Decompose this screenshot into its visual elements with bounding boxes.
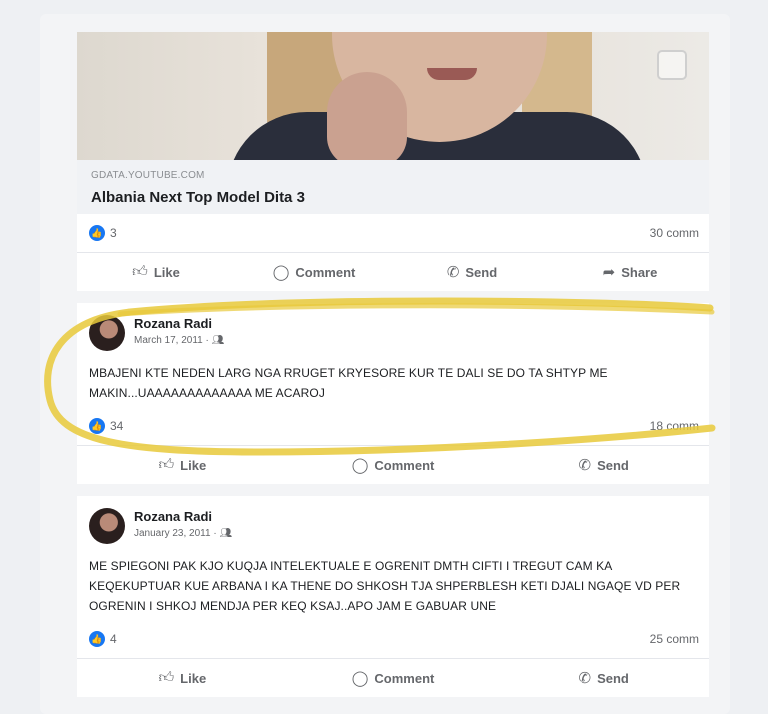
like-icon: 👍︎ [158,669,175,686]
status-post: Rozana Radi January 23, 2011 · 👥︎ ME SPI… [77,496,709,697]
post-text: ME SPIEGONI PAK KJO KUQJA INTELEKTUALE E… [89,559,681,613]
link-preview-image[interactable] [77,32,709,160]
post-date-text: March 17, 2011 [134,335,203,346]
friends-icon: 👥︎ [211,335,225,346]
link-title: Albania Next Top Model Dita 3 [91,189,305,206]
like-button[interactable]: 👍︎ Like [77,456,288,474]
image-mouth [427,68,477,80]
like-label: Like [180,670,207,686]
comment-button[interactable]: ◯ Comment [288,669,499,687]
comment-button[interactable]: ◯ Comment [288,456,499,474]
comment-label: Comment [295,264,356,280]
like-icon: 👍 [89,225,105,241]
like-icon: 👍 [89,631,105,647]
post-stats: 👍 3 30 comm [77,214,709,252]
send-label: Send [465,264,498,280]
like-label: Like [180,457,207,473]
like-label: Like [153,264,180,280]
post-date[interactable]: March 17, 2011 · 👥︎ [134,335,224,346]
post-date-text: January 23, 2011 [134,528,211,539]
post-actions: 👍︎ Like ◯ Comment ✆ Send ➦ Share [77,252,709,291]
comment-count[interactable]: 30 comm [650,226,699,240]
reaction-count[interactable]: 4 [110,632,117,646]
friends-icon: 👥︎ [219,528,233,539]
like-button[interactable]: 👍︎ Like [77,263,235,281]
avatar[interactable] [89,508,125,544]
post-stats: 👍 34 18 comm [77,407,709,445]
post-actions: 👍︎ Like ◯ Comment ✆ Send [77,445,709,484]
comment-icon: ◯ [351,457,369,474]
like-icon: 👍︎ [132,263,148,280]
comment-label: Comment [374,670,435,686]
send-label: Send [597,457,629,473]
send-label: Send [597,670,629,686]
share-label: Share [621,264,658,280]
author-name[interactable]: Rozana Radi [134,509,232,524]
send-button[interactable]: ✆ Send [393,263,551,281]
status-post: Rozana Radi March 17, 2011 · 👥︎ MBAJENI … [77,303,709,484]
collection-icon [657,50,687,80]
news-feed: GDATA.YOUTUBE.COM Albania Next Top Model… [77,32,709,697]
comment-count[interactable]: 25 comm [650,632,699,646]
link-preview-meta[interactable]: GDATA.YOUTUBE.COM Albania Next Top Model… [77,160,709,214]
send-button[interactable]: ✆ Send [498,456,709,474]
share-button[interactable]: ➦ Share [551,263,709,281]
send-icon: ✆ [446,264,460,281]
send-icon: ✆ [578,457,592,474]
author-name[interactable]: Rozana Radi [134,316,224,331]
like-button[interactable]: 👍︎ Like [77,669,288,687]
comment-button[interactable]: ◯ Comment [235,263,393,281]
post-stats: 👍 4 25 comm [77,620,709,658]
comment-count[interactable]: 18 comm [650,419,699,433]
comment-label: Comment [374,457,435,473]
send-button[interactable]: ✆ Send [498,669,709,687]
post-text: MBAJENI KTE NEDEN LARG NGA RRUGET KRYESO… [89,366,608,400]
reaction-count[interactable]: 3 [110,226,117,240]
image-hand [327,72,407,160]
link-post: GDATA.YOUTUBE.COM Albania Next Top Model… [77,32,709,291]
comment-icon: ◯ [272,264,290,281]
post-actions: 👍︎ Like ◯ Comment ✆ Send [77,658,709,697]
post-header: Rozana Radi March 17, 2011 · 👥︎ [77,303,709,351]
send-icon: ✆ [578,670,592,687]
post-date[interactable]: January 23, 2011 · 👥︎ [134,528,232,539]
like-icon: 👍︎ [158,456,175,473]
link-domain: GDATA.YOUTUBE.COM [91,170,205,181]
post-header: Rozana Radi January 23, 2011 · 👥︎ [77,496,709,544]
share-icon: ➦ [602,264,616,281]
avatar[interactable] [89,315,125,351]
like-icon: 👍 [89,418,105,434]
reaction-count[interactable]: 34 [110,419,123,433]
comment-icon: ◯ [351,670,369,687]
